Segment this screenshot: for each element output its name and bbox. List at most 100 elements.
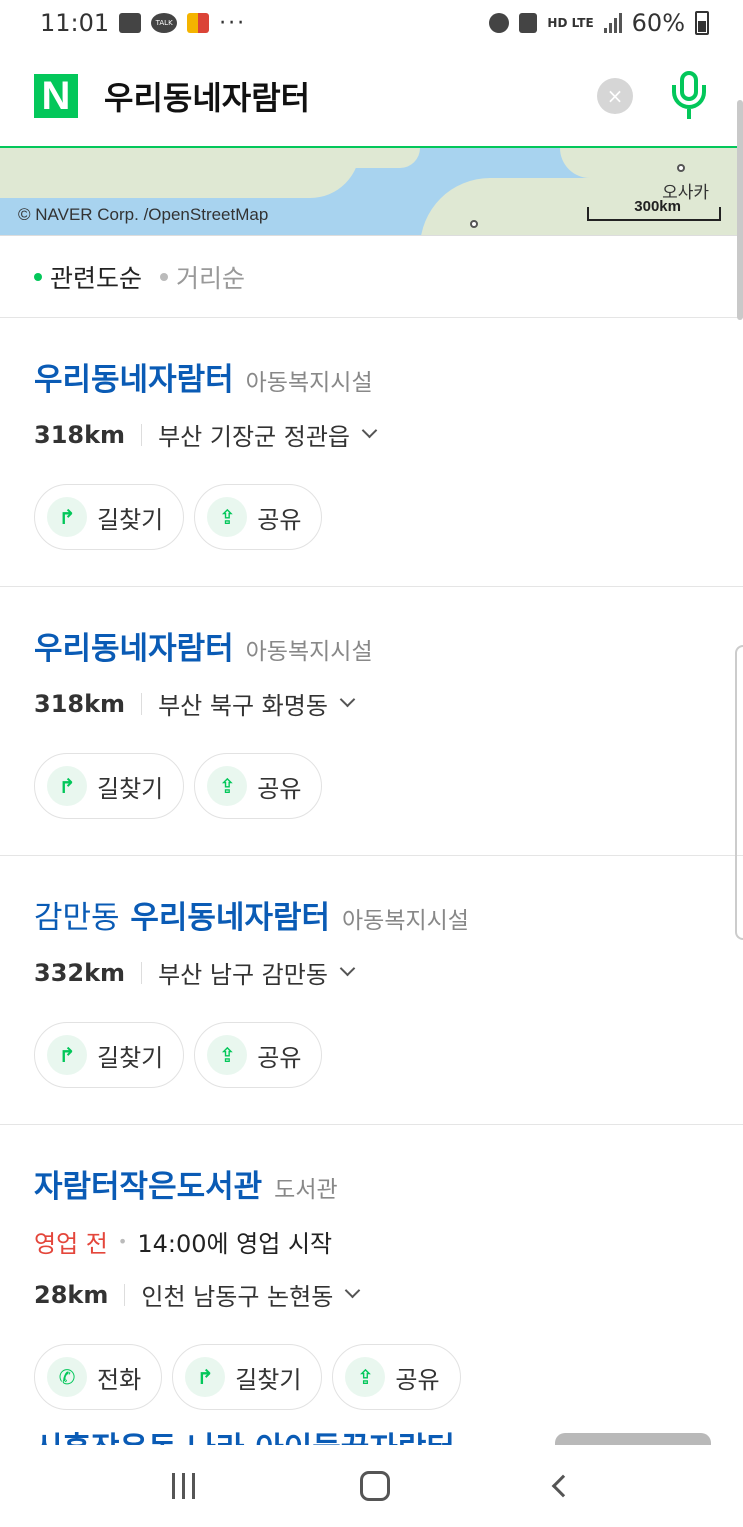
result-title[interactable]: 자람터작은도서관 [34, 1161, 262, 1206]
share-label: 공유 [257, 1043, 302, 1072]
divider [141, 961, 143, 984]
share-button[interactable]: ⇪ 공유 [194, 484, 323, 550]
phone-icon: ✆ [47, 1357, 87, 1397]
map-marker [470, 220, 478, 228]
gallery-icon [119, 13, 142, 33]
app-notification-icon [187, 13, 210, 33]
result-address[interactable]: 부산 북구 화명동 [158, 686, 328, 721]
result-address[interactable]: 부산 남구 감만동 [158, 955, 328, 990]
map-credit: © NAVER Corp. /OpenStreetMap [18, 205, 269, 224]
directions-button[interactable]: ↱ 길찾기 [34, 1022, 185, 1088]
sort-distance-label: 거리순 [176, 263, 246, 293]
search-header: N 우리동네자람터 × [0, 46, 743, 148]
sort-relevance-label: 관련도순 [50, 263, 143, 293]
signal-icon [603, 13, 622, 33]
results-list: 우리동네자람터 아동복지시설 318km 부산 기장군 정관읍 ↱ 길찾기 ⇪ 공유… [0, 318, 743, 1447]
sort-relevance[interactable]: 관련도순 [34, 259, 142, 295]
share-button[interactable]: ⇪ 공유 [332, 1344, 461, 1410]
directions-label: 길찾기 [97, 1043, 164, 1072]
directions-label: 길찾기 [97, 774, 164, 803]
result-distance: 318km [34, 420, 126, 449]
inactive-dot-icon [160, 272, 169, 281]
share-icon: ⇪ [345, 1357, 386, 1397]
sort-options: 관련도순 거리순 [0, 236, 743, 318]
directions-button[interactable]: ↱ 길찾기 [34, 753, 185, 819]
result-category: 아동복지시설 [245, 639, 373, 665]
battery-icon [695, 11, 709, 35]
result-item[interactable]: 우리동네자람터 아동복지시설 318km 부산 북구 화명동 ↱ 길찾기 ⇪ 공유 [0, 587, 743, 856]
share-label: 공유 [257, 505, 302, 534]
result-category: 아동복지시설 [245, 370, 373, 396]
chevron-down-icon[interactable] [339, 691, 356, 708]
recent-apps-icon[interactable] [172, 1473, 196, 1499]
back-icon[interactable] [551, 1474, 574, 1498]
result-item[interactable]: 감만동 우리동네자람터 아동복지시설 332km 부산 남구 감만동 ↱ 길찾기 … [0, 856, 743, 1125]
share-label: 공유 [395, 1365, 440, 1394]
home-icon[interactable] [359, 1471, 390, 1501]
result-title[interactable]: 우리동네자람터 [34, 354, 234, 399]
chevron-down-icon[interactable] [361, 422, 378, 439]
result-address[interactable]: 부산 기장군 정관읍 [158, 417, 350, 452]
battery-percent: 60% [631, 9, 685, 37]
chevron-down-icon[interactable] [345, 1282, 361, 1299]
sort-distance[interactable]: 거리순 [160, 259, 245, 295]
chevron-down-icon[interactable] [339, 960, 356, 977]
business-status: 영업 전 [34, 1230, 108, 1258]
business-hours: 14:00에 영업 시작 [137, 1230, 333, 1258]
more-notifications-icon: ··· [219, 10, 247, 36]
directions-label: 길찾기 [235, 1365, 302, 1394]
directions-icon: ↱ [185, 1357, 226, 1397]
share-label: 공유 [257, 774, 302, 803]
result-title[interactable]: 우리동네자람터 [34, 623, 234, 668]
mute-icon [519, 13, 538, 33]
alarm-icon [489, 13, 510, 33]
share-icon: ⇪ [207, 1035, 248, 1075]
directions-button[interactable]: ↱ 길찾기 [34, 484, 185, 550]
result-title-prefix: 감만동 [34, 900, 120, 936]
scrollbar[interactable] [737, 100, 743, 320]
result-item[interactable]: 자람터작은도서관 도서관 영업 전 • 14:00에 영업 시작 28km 인천… [0, 1125, 743, 1447]
naver-logo[interactable]: N [34, 74, 78, 118]
map-marker [677, 164, 685, 172]
result-category: 도서관 [274, 1177, 338, 1203]
result-address[interactable]: 인천 남동구 논현동 [141, 1277, 333, 1312]
result-distance: 332km [34, 958, 126, 987]
status-time: 11:01 [40, 9, 110, 37]
microphone-icon[interactable] [669, 71, 709, 121]
directions-label: 길찾기 [97, 505, 164, 534]
map-land [560, 148, 743, 178]
partial-result[interactable]: 시흥장은동 나라 아이들꿈자람터 [34, 1425, 534, 1447]
network-label: HD LTE [547, 16, 594, 30]
call-button[interactable]: ✆ 전화 [34, 1344, 163, 1410]
status-bar: 11:01 TALK ··· HD LTE 60% [0, 0, 743, 46]
map-view[interactable]: 오사카 © NAVER Corp. /OpenStreetMap 300km [0, 148, 743, 236]
result-title[interactable]: 감만동 우리동네자람터 [34, 892, 330, 937]
map-land [300, 148, 420, 168]
share-button[interactable]: ⇪ 공유 [194, 1022, 323, 1088]
divider [141, 423, 143, 446]
result-distance: 318km [34, 689, 126, 718]
result-item[interactable]: 우리동네자람터 아동복지시설 318km 부산 기장군 정관읍 ↱ 길찾기 ⇪ 공유 [0, 318, 743, 587]
directions-icon: ↱ [47, 497, 87, 537]
result-title-main: 우리동네자람터 [130, 900, 330, 936]
divider [141, 692, 143, 715]
map-scale-bar [587, 207, 721, 221]
active-dot-icon [34, 272, 42, 281]
share-icon: ⇪ [207, 766, 248, 806]
result-thumbnail[interactable] [555, 1433, 711, 1445]
clear-search-button[interactable]: × [597, 78, 633, 114]
search-input[interactable]: 우리동네자람터 [104, 73, 597, 119]
result-distance: 28km [34, 1280, 109, 1309]
directions-icon: ↱ [47, 1035, 87, 1075]
navigation-bar [0, 1445, 743, 1527]
divider [124, 1283, 126, 1306]
share-icon: ⇪ [207, 497, 248, 537]
kakaotalk-icon: TALK [151, 13, 178, 33]
share-button[interactable]: ⇪ 공유 [194, 753, 323, 819]
result-category: 아동복지시설 [342, 908, 469, 934]
side-handle[interactable] [735, 645, 743, 940]
dot-separator: • [117, 1232, 128, 1251]
call-label: 전화 [97, 1365, 142, 1394]
directions-button[interactable]: ↱ 길찾기 [172, 1344, 323, 1410]
directions-icon: ↱ [47, 766, 87, 806]
